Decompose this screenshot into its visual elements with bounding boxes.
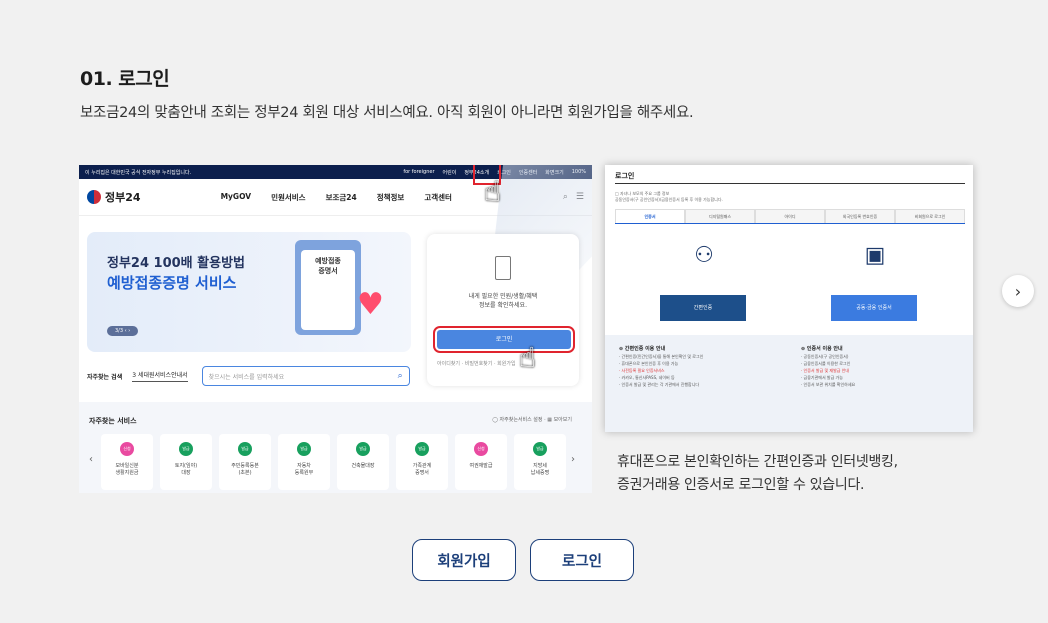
chevron-right-icon: ›: [1014, 281, 1022, 301]
simple-auth-info: ⊖ 간편인증 이용 안내 · 간편인증(민간인증서)을 통해 본인확인 및 로그인…: [619, 345, 779, 388]
service-label: 여권재발급: [469, 463, 493, 469]
banner-line2: 예방접종증명 서비스: [107, 274, 237, 292]
service-badge: 발급: [179, 442, 193, 456]
login-info-area: ⊖ 간편인증 이용 안내 · 간편인증(민간인증서)을 통해 본인확인 및 로그인…: [605, 335, 973, 432]
info-line: · 금융인증서를 이용한 로그인: [801, 361, 851, 366]
divider: [615, 183, 965, 184]
info-line: · 사전등록 필요 인증서비스: [619, 368, 665, 373]
login-page-title: 로그인: [615, 172, 635, 180]
heart-icon: ♥: [357, 287, 384, 322]
service-card: 발급주민등록등본 (초본): [219, 434, 271, 490]
chevron-left-icon: ‹: [89, 454, 93, 465]
service-badge: 신청: [120, 442, 134, 456]
info-line: · 카카오, 통신사PASS, 네이버 등: [619, 375, 675, 380]
caption-line1: 휴대폰으로 본인확인하는 간편인증과 인터넷뱅킹,: [617, 454, 898, 470]
service-card: 신청여권재발급: [455, 434, 507, 490]
info-line: · 인증서 발급 및 관리는 각 기관에서 진행합니다: [619, 382, 700, 387]
service-card: 발급토지(임야) 대장: [160, 434, 212, 490]
login-tabs: 인증서 디지털원패스 아이디 외국인등록 번호인증 비회원으로 로그인: [615, 209, 965, 224]
info-line: · 공동인증서(구 공인인증서): [801, 354, 849, 359]
info-line: · 간편인증(민간인증서)을 통해 본인확인 및 로그인: [619, 354, 704, 359]
info-line: · 인증서 보관 위치를 확인하세요: [801, 382, 856, 387]
info-line: · 금융기관에서 발급 가능: [801, 375, 843, 380]
certificate-info: ⊖ 인증서 이용 안내 · 공동인증서(구 공인인증서) · 금융인증서를 이용한 …: [801, 345, 961, 388]
hand-cursor-icon: ☝: [484, 175, 502, 208]
service-cards: 신청 모바일신분 생활지원금 발급 토지(임야) 대장 발급 주민등록등본 (초본) 발급 자…: [101, 434, 566, 490]
user-auth-icon: ⚇: [694, 243, 714, 268]
login-panel: 내게 필요한 민원/생활/혜택 정보를 확인하세요. 로그인 아이디찾기 · 비…: [427, 234, 579, 386]
promo-banner: 정부24 100배 활용방법 예방접종증명 서비스 3/3 ‹ › 예방접종 증…: [87, 232, 411, 352]
search-icon: ⌕: [397, 371, 403, 381]
search-row: 자주찾는 검색 3 세대원서비스안내서 찾으시는 서비스를 입력하세요 ⌕: [87, 365, 413, 387]
service-label: 주민등록등본 (초본): [231, 463, 259, 476]
search-select: 3 세대원서비스안내서: [132, 370, 188, 382]
certificate-icon: ▣: [864, 243, 886, 268]
chevron-right-icon: ›: [571, 454, 575, 465]
nav-menu: MyGOV 민원서비스 보조금24 정책정보 고객센터: [221, 192, 452, 203]
caption-line2: 증권거래용 인증서로 로그인할 수 있습니다.: [617, 477, 865, 493]
search-input-preview: 찾으시는 서비스를 입력하세요 ⌕: [201, 366, 410, 386]
info-line: · 인증서 발급 및 재발급 안내: [801, 368, 850, 373]
service-label: 자동차 등록원부: [294, 463, 314, 476]
taegeuk-icon: [87, 190, 101, 204]
login-note: □ 자녀나 보모의 주요 그룹 정보 공동인증서(구 공인인증서)/금융인증서 …: [615, 191, 723, 202]
gov24-logo: 정부24: [87, 189, 141, 205]
topbar-link: 어린이: [442, 169, 457, 176]
service-card: 발급건축물대장: [337, 434, 389, 490]
service-badge: 발급: [297, 442, 311, 456]
favorite-services: 자주찾는 서비스 ◯ 자주찾는서비스 설정 · ▦ 모아보기 ‹ 신청모바일신분…: [79, 402, 592, 493]
service-label: 토지(임야) 대장: [174, 463, 198, 476]
service-badge: 발급: [238, 442, 252, 456]
login-tab: 아이디: [755, 209, 825, 223]
login-tab: 비회원으로 로그인: [895, 209, 965, 223]
login-tab: 인증서: [615, 209, 685, 223]
info-line: · 휴대폰으로 본인인증 후 이용 가능: [619, 361, 679, 366]
favorites-settings: ◯ 자주찾는서비스 설정 · ▦ 모아보기: [492, 417, 572, 423]
login-sublinks: 아이디찾기 · 비밀번호찾기 · 회원가입: [437, 361, 516, 367]
login-button[interactable]: 로그인: [530, 539, 634, 581]
service-badge: 발급: [415, 442, 429, 456]
favorites-title: 자주찾는 서비스: [89, 417, 137, 425]
service-badge: 발급: [533, 442, 547, 456]
signup-button[interactable]: 회원가입: [412, 539, 516, 581]
login-button-preview: 로그인: [433, 326, 575, 353]
service-card: 발급지방세 납세증명: [514, 434, 566, 490]
service-card: 발급자동차 등록원부: [278, 434, 330, 490]
caption: 휴대폰으로 본인확인하는 간편인증과 인터넷뱅킹, 증권거래용 인증서로 로그인…: [617, 451, 898, 497]
topbar-link: for foreigner: [403, 168, 435, 175]
login-message: 내게 필요한 민원/생활/혜택 정보를 확인하세요.: [468, 293, 538, 309]
section-description: 보조금24의 맞춤안내 조회는 정부24 회원 대상 서비스예요. 아직 회원이…: [80, 105, 694, 121]
login-tab: 디지털원패스: [685, 209, 755, 223]
nav-menu-item: 정책정보: [376, 192, 405, 202]
simple-auth-button-preview: 간편인증: [660, 295, 746, 321]
next-slide-button[interactable]: ›: [1002, 275, 1034, 307]
search-label: 자주찾는 검색: [87, 373, 123, 381]
service-card: 신청모바일신분 생활지원금: [101, 434, 153, 490]
certificate-button-preview: 공동·금융 인증서: [831, 295, 917, 321]
section-title: 01. 로그인: [80, 68, 170, 90]
service-label: 모바일신분 생활지원금: [115, 463, 139, 476]
service-label: 가족관계 증명서: [412, 463, 432, 476]
nav-menu-item: MyGOV: [220, 191, 252, 201]
service-label: 건축물대장: [351, 463, 375, 469]
service-badge: 발급: [356, 442, 370, 456]
hand-cursor-icon: ☝: [519, 341, 537, 374]
info-title: ⊖ 인증서 이용 안내: [801, 346, 843, 352]
nav-menu-item: 보조금24: [325, 192, 357, 202]
service-card: 발급가족관계 증명서: [396, 434, 448, 490]
login-page-screenshot: 로그인 □ 자녀나 보모의 주요 그룹 정보 공동인증서(구 공인인증서)/금융…: [605, 165, 973, 432]
banner-line1: 정부24 100배 활용방법: [107, 256, 245, 271]
gov-notice: 이 누리집은 대한민국 공식 전자정부 누리집입니다.: [85, 169, 192, 176]
banner-pager: 3/3 ‹ ›: [107, 326, 139, 336]
login-tab: 외국인등록 번호인증: [825, 209, 895, 223]
certificate-paper: 예방접종 증명서: [301, 250, 355, 330]
nav-menu-item: 민원서비스: [271, 192, 306, 202]
gov24-home-screenshot: 이 누리집은 대한민국 공식 전자정부 누리집입니다. for foreigne…: [79, 165, 592, 493]
nav-menu-item: 고객센터: [424, 192, 452, 202]
info-title: ⊖ 간편인증 이용 안내: [619, 346, 666, 352]
service-label: 지방세 납세증명: [530, 463, 550, 476]
phone-icon: [495, 256, 511, 280]
service-badge: 신청: [474, 442, 488, 456]
